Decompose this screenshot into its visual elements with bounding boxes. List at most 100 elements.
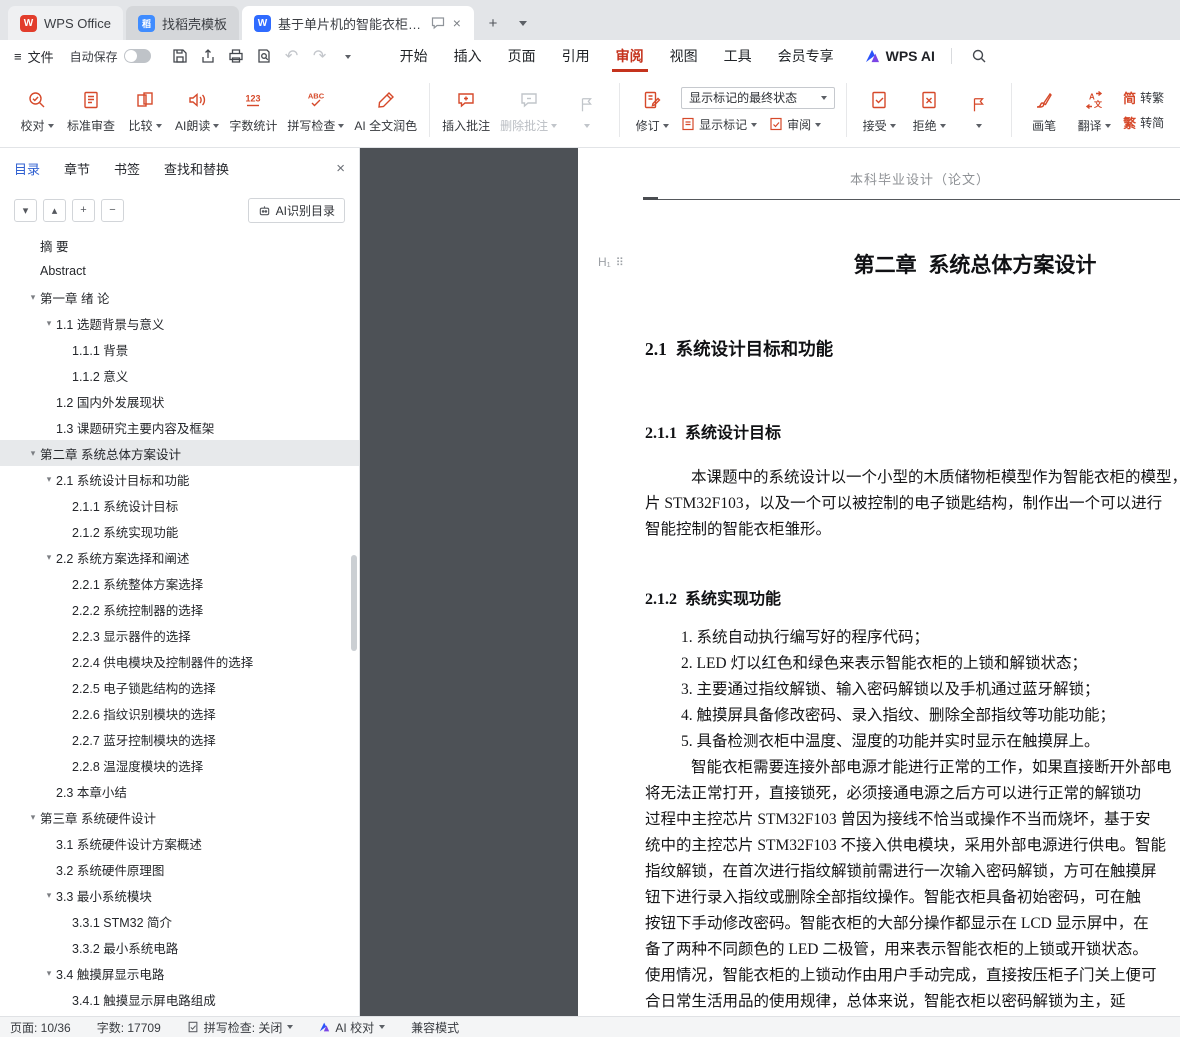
track-changes-button[interactable]: 修订 [627, 84, 677, 135]
save-icon[interactable] [167, 44, 193, 68]
doc-line[interactable]: 备了两种不同颜色的 LED 二极管，用来表示智能衣柜的上锁或开锁状态。 [645, 937, 1172, 963]
standard-review-button[interactable]: 标准审查 [62, 84, 120, 135]
status-compat-mode[interactable]: 兼容模式 [411, 1019, 459, 1036]
simplified-to-traditional-button[interactable]: 简 转繁 [1123, 88, 1164, 107]
zoom-in-button[interactable]: + [72, 198, 95, 222]
doc-line[interactable]: 片 STM32F103，以及一个可以被控制的电子锁匙结构，制作出一个可以进行 [645, 491, 1180, 517]
close-tab-icon[interactable]: × [452, 16, 462, 30]
sidebar-tab-toc[interactable]: 目录 [14, 159, 40, 178]
compare-button[interactable]: 比较 [120, 84, 170, 135]
toc-item[interactable]: 摘 要 [0, 232, 359, 258]
tab-document[interactable]: W 基于单片机的智能衣柜控制 × [241, 6, 474, 40]
reject-button[interactable]: 拒绝 [904, 84, 954, 135]
translate-button[interactable]: A 文 翻译 [1069, 84, 1119, 135]
toc-item[interactable]: 2.2.2 系统控制器的选择 [0, 596, 359, 622]
toc-item[interactable]: 2.2.8 温湿度模块的选择 [0, 752, 359, 778]
doc-line[interactable]: 2. LED 灯以红色和绿色来表示智能衣柜的上锁和解锁状态； [681, 651, 1115, 677]
chapter-title[interactable]: 第二章 系统总体方案设计 [645, 249, 1180, 279]
ai-recognize-toc-button[interactable]: AI识别目录 [247, 197, 345, 223]
toc-item[interactable]: 2.2.1 系统整体方案选择 [0, 570, 359, 596]
toc-item[interactable]: ▾ 第三章 系统硬件设计 [0, 804, 359, 830]
doc-line[interactable]: 指纹解锁，在首次进行指纹解锁前需进行一次输入密码解锁，方可在触摸屏 [645, 859, 1172, 885]
doc-paragraph-1[interactable]: 本课题中的系统设计以一个小型的木质储物柜模型作为智能衣柜的模型，选片 STM32… [645, 465, 1180, 543]
doc-line[interactable]: 按钮下手动修改密码。智能衣柜的大部分操作都显示在 LCD 显示屏中，在 [645, 911, 1172, 937]
section-heading-2-1-2[interactable]: 2.1.2 系统实现功能 [645, 585, 781, 609]
toc-expand-arrow-icon[interactable]: ▾ [42, 890, 56, 901]
document-canvas[interactable]: 本科毕业设计（论文） H₁ ⠿ 第二章 系统总体方案设计 2.1 系统设计目标和… [360, 148, 1180, 1016]
section-heading-2-1[interactable]: 2.1 系统设计目标和功能 [645, 336, 833, 361]
word-count-button[interactable]: 123 字数统计 [224, 84, 282, 135]
menu-tab-审阅[interactable]: 审阅 [603, 40, 657, 72]
doc-line[interactable]: 智能控制的智能衣柜雏形。 [645, 517, 1180, 543]
doc-line[interactable]: 过程中主控芯片 STM32F103 曾因为接线不恰当或操作不当而烧坏，基于安 [645, 807, 1172, 833]
search-icon[interactable] [966, 44, 992, 68]
doc-line[interactable]: 统中的主控芯片 STM32F103 不接入供电模块，采用外部电源进行供电。智能 [645, 833, 1172, 859]
sidebar-scrollbar[interactable] [351, 555, 357, 651]
menu-tab-页面[interactable]: 页面 [495, 40, 549, 72]
sidebar-tab-find-replace[interactable]: 查找和替换 [164, 159, 229, 178]
heading-level-marker[interactable]: H₁ ⠿ [598, 255, 624, 269]
toc-item[interactable]: ▾ 2.1 系统设计目标和功能 [0, 466, 359, 492]
sidebar-tab-chapters[interactable]: 章节 [64, 159, 90, 178]
toc-item[interactable]: 3.1 系统硬件设计方案概述 [0, 830, 359, 856]
show-markup-button[interactable]: 显示标记 [681, 116, 758, 133]
toc-item[interactable]: Abstract [0, 258, 359, 284]
document-page[interactable]: 本科毕业设计（论文） H₁ ⠿ 第二章 系统总体方案设计 2.1 系统设计目标和… [578, 148, 1180, 1016]
wps-ai-button[interactable]: WPS AI [865, 48, 935, 64]
toc-item[interactable]: ▾ 第二章 系统总体方案设计 [0, 440, 359, 466]
doc-line[interactable]: 5. 具备检测衣柜中温度、湿度的功能并实时显示在触摸屏上。 [681, 729, 1115, 755]
toc-item[interactable]: 1.1.2 意义 [0, 362, 359, 388]
drag-handle-icon[interactable]: ⠿ [616, 256, 624, 269]
toc-item[interactable]: 3.2 系统硬件原理图 [0, 856, 359, 882]
status-word-count[interactable]: 字数: 17709 [97, 1019, 161, 1036]
menu-tab-插入[interactable]: 插入 [441, 40, 495, 72]
toolbar-more-chevron-icon[interactable] [335, 44, 361, 68]
doc-line[interactable]: 使用情况，智能衣柜的上锁动作由用户手动完成，直接按压柜子门关上便可 [645, 963, 1172, 989]
toc-item[interactable]: ▾ 1.1 选题背景与意义 [0, 310, 359, 336]
status-spell-check[interactable]: 拼写检查: 关闭 [187, 1019, 294, 1036]
ai-polish-button[interactable]: AI 全文润色 [349, 84, 422, 135]
toc-expand-arrow-icon[interactable]: ▾ [42, 318, 56, 329]
print-icon[interactable] [223, 44, 249, 68]
brush-button[interactable]: 画笔 [1019, 84, 1069, 135]
export-icon[interactable] [195, 44, 221, 68]
menu-tab-会员专享[interactable]: 会员专享 [765, 40, 847, 72]
proofread-button[interactable]: 校对 [12, 84, 62, 135]
new-tab-button[interactable]: + [480, 10, 506, 36]
collapse-all-button[interactable]: ▾ [14, 198, 37, 222]
toc-expand-arrow-icon[interactable]: ▾ [42, 474, 56, 485]
toc-item[interactable]: 2.1.1 系统设计目标 [0, 492, 359, 518]
toc-item[interactable]: 2.3 本章小结 [0, 778, 359, 804]
toc-item[interactable]: 1.2 国内外发展现状 [0, 388, 359, 414]
file-menu-button[interactable]: ≡ 文件 [14, 47, 54, 66]
toc-item[interactable]: 1.1.1 背景 [0, 336, 359, 362]
toc-expand-arrow-icon[interactable]: ▾ [26, 292, 40, 303]
toc-item[interactable]: 2.2.5 电子锁匙结构的选择 [0, 674, 359, 700]
comment-bubble-icon[interactable] [431, 16, 445, 30]
review-mode-button[interactable]: 审阅 [769, 116, 822, 133]
tab-list-chevron-icon[interactable] [510, 10, 536, 36]
traditional-to-simplified-button[interactable]: 繁 转简 [1123, 113, 1164, 132]
toc-item[interactable]: 1.3 课题研究主要内容及框架 [0, 414, 359, 440]
doc-line[interactable]: 钮下进行录入指纹或删除全部指纹操作。智能衣柜具备初始密码，可在触 [645, 885, 1172, 911]
tab-wps-office[interactable]: W WPS Office [8, 6, 123, 40]
menu-tab-开始[interactable]: 开始 [387, 40, 441, 72]
doc-line[interactable]: 本课题中的系统设计以一个小型的木质储物柜模型作为智能衣柜的模型，选 [645, 465, 1180, 491]
status-page[interactable]: 页面: 10/36 [10, 1019, 71, 1036]
toc-expand-arrow-icon[interactable]: ▾ [42, 552, 56, 563]
doc-line[interactable]: 将无法正常打开，直接锁死，必须接通电源之后方可以进行正常的解锁功 [645, 781, 1172, 807]
tab-docer-template[interactable]: 稻 找稻壳模板 [125, 6, 239, 40]
toc-expand-arrow-icon[interactable]: ▾ [26, 448, 40, 459]
toc-item[interactable]: 2.2.4 供电模块及控制器件的选择 [0, 648, 359, 674]
print-preview-icon[interactable] [251, 44, 277, 68]
toc-expand-arrow-icon[interactable]: ▾ [26, 812, 40, 823]
toc-item[interactable]: 3.3.1 STM32 简介 [0, 908, 359, 934]
status-ai-proof[interactable]: AI 校对 [319, 1019, 386, 1036]
insert-comment-button[interactable]: 插入批注 [437, 84, 495, 135]
spell-check-button[interactable]: ABC 拼写检查 [282, 84, 349, 135]
toc-item[interactable]: ▾ 2.2 系统方案选择和阐述 [0, 544, 359, 570]
accept-button[interactable]: 接受 [854, 84, 904, 135]
sidebar-tab-bookmarks[interactable]: 书签 [114, 159, 140, 178]
ribbon-partial-button[interactable] [1172, 89, 1180, 130]
toc-item[interactable]: ▾ 3.4 触摸屏显示电路 [0, 960, 359, 986]
